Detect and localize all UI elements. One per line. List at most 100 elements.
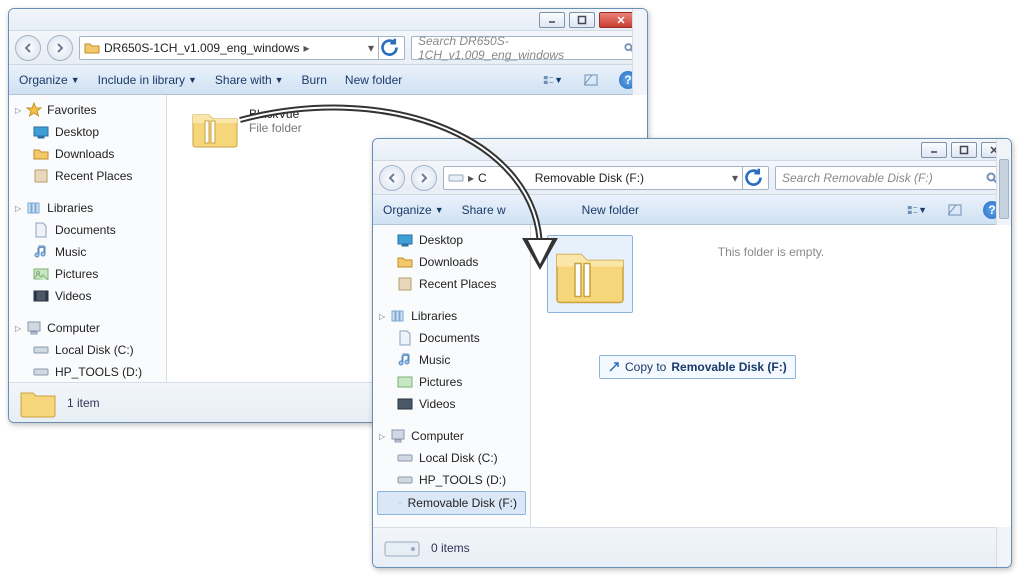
item-count: 0 items <box>431 541 470 555</box>
empty-folder-text: This folder is empty. <box>718 245 824 259</box>
back-button[interactable] <box>379 165 405 191</box>
new-folder-button[interactable]: New folder <box>345 73 402 87</box>
copy-tooltip-label: Copy to <box>625 360 666 374</box>
sidebar-item-music[interactable]: Music <box>373 349 530 371</box>
sidebar-item-recent[interactable]: Recent Places <box>9 165 166 187</box>
forward-button[interactable] <box>47 35 73 61</box>
recent-icon <box>397 276 413 292</box>
sidebar-item-downloads[interactable]: Downloads <box>373 251 530 273</box>
downloads-icon <box>33 146 49 162</box>
music-icon <box>33 244 49 260</box>
computer-header[interactable]: ▷Computer <box>373 425 530 447</box>
videos-icon <box>33 288 49 304</box>
refresh-button[interactable] <box>742 167 764 189</box>
back-button[interactable] <box>15 35 41 61</box>
sidebar-item-removable[interactable]: Removable Disk (F:) <box>377 491 526 515</box>
share-with-button[interactable]: Share w <box>462 203 506 217</box>
sidebar-item-recent[interactable]: Recent Places <box>373 273 530 295</box>
sidebar-item-music[interactable]: Music <box>9 241 166 263</box>
sidebar-item-documents[interactable]: Documents <box>373 327 530 349</box>
sidebar-item-videos[interactable]: Videos <box>9 285 166 307</box>
desktop-icon <box>397 232 413 248</box>
drive-icon <box>398 495 402 511</box>
toolbar: Organize▼ Share w New folder ▼ ? <box>373 195 1011 225</box>
search-input[interactable]: Search DR650S-1CH_v1.009_eng_windows <box>411 36 641 60</box>
copy-arrow-icon <box>608 361 620 373</box>
view-options-button[interactable]: ▼ <box>543 70 563 90</box>
maximize-button[interactable] <box>951 142 977 158</box>
copy-tooltip: Copy to Removable Disk (F:) <box>599 355 796 379</box>
toolbar: Organize▼ Include in library▼ Share with… <box>9 65 647 95</box>
drive-icon <box>448 170 464 186</box>
item-count: 1 item <box>67 396 100 410</box>
path-segment[interactable]: DR650S-1CH_v1.009_eng_windows <box>104 41 299 55</box>
share-with-button[interactable]: Share with▼ <box>215 73 284 87</box>
videos-icon <box>397 396 413 412</box>
disk-icon <box>397 450 413 466</box>
titlebar[interactable] <box>9 9 647 31</box>
folder-icon <box>84 40 100 56</box>
sidebar-item-localc[interactable]: Local Disk (C:) <box>373 447 530 469</box>
disk-icon <box>33 342 49 358</box>
libraries-icon <box>26 200 42 216</box>
path-segment[interactable]: C <box>478 171 487 185</box>
folder-icon <box>554 242 626 306</box>
search-input[interactable]: Search Removable Disk (F:) <box>775 166 1005 190</box>
documents-icon <box>33 222 49 238</box>
minimize-button[interactable] <box>921 142 947 158</box>
search-placeholder: Search Removable Disk (F:) <box>782 171 933 185</box>
pictures-icon <box>397 374 413 390</box>
chevron-down-icon[interactable]: ▾ <box>368 41 374 55</box>
include-library-button[interactable]: Include in library▼ <box>98 73 197 87</box>
sidebar-item-videos[interactable]: Videos <box>373 393 530 415</box>
search-placeholder: Search DR650S-1CH_v1.009_eng_windows <box>418 34 624 62</box>
path-segment[interactable]: Removable Disk (F:) <box>535 171 644 185</box>
downloads-icon <box>397 254 413 270</box>
chevron-down-icon[interactable]: ▾ <box>732 171 738 185</box>
disk-icon <box>33 364 49 380</box>
breadcrumb[interactable]: DR650S-1CH_v1.009_eng_windows ▸ ▾ <box>79 36 405 60</box>
sidebar-item-desktop[interactable]: Desktop <box>9 121 166 143</box>
file-name: BlackVue <box>249 107 302 121</box>
folder-icon <box>19 387 57 419</box>
maximize-button[interactable] <box>569 12 595 28</box>
address-bar: ▸ C Removable Disk (F:) ▾ Search Removab… <box>373 161 1011 195</box>
disk-icon <box>397 472 413 488</box>
music-icon <box>397 352 413 368</box>
status-bar: 0 items <box>373 527 1011 567</box>
content-pane[interactable]: This folder is empty. Copy to Removable … <box>531 225 1011 527</box>
burn-button[interactable]: Burn <box>302 73 327 87</box>
favorites-header[interactable]: ▷Favorites <box>9 99 166 121</box>
preview-pane-button[interactable] <box>581 70 601 90</box>
refresh-button[interactable] <box>378 37 400 59</box>
nav-pane: ▷Favorites Desktop Downloads Recent Plac… <box>9 95 167 382</box>
computer-header[interactable]: ▷Computer <box>9 317 166 339</box>
breadcrumb[interactable]: ▸ C Removable Disk (F:) ▾ <box>443 166 769 190</box>
sidebar-item-documents[interactable]: Documents <box>9 219 166 241</box>
collapse-icon: ▷ <box>15 324 21 333</box>
sidebar-item-localc[interactable]: Local Disk (C:) <box>9 339 166 361</box>
file-type: File folder <box>249 121 302 135</box>
sidebar-item-desktop[interactable]: Desktop <box>373 229 530 251</box>
organize-button[interactable]: Organize▼ <box>19 73 80 87</box>
organize-button[interactable]: Organize▼ <box>383 203 444 217</box>
sidebar-item-pictures[interactable]: Pictures <box>373 371 530 393</box>
sidebar-item-hptools[interactable]: HP_TOOLS (D:) <box>9 361 166 382</box>
computer-icon <box>26 320 42 336</box>
file-item[interactable]: BlackVue File folder <box>191 107 302 149</box>
minimize-button[interactable] <box>539 12 565 28</box>
sidebar-item-pictures[interactable]: Pictures <box>9 263 166 285</box>
collapse-icon: ▷ <box>379 312 385 321</box>
libraries-header[interactable]: ▷Libraries <box>9 197 166 219</box>
new-folder-button[interactable]: New folder <box>582 203 639 217</box>
explorer-window-dest: ▸ C Removable Disk (F:) ▾ Search Removab… <box>372 138 1012 568</box>
titlebar[interactable] <box>373 139 1011 161</box>
sidebar-item-downloads[interactable]: Downloads <box>9 143 166 165</box>
view-options-button[interactable]: ▼ <box>907 200 927 220</box>
pictures-icon <box>33 266 49 282</box>
forward-button[interactable] <box>411 165 437 191</box>
libraries-icon <box>390 308 406 324</box>
preview-pane-button[interactable] <box>945 200 965 220</box>
sidebar-item-hptools[interactable]: HP_TOOLS (D:) <box>373 469 530 491</box>
libraries-header[interactable]: ▷Libraries <box>373 305 530 327</box>
